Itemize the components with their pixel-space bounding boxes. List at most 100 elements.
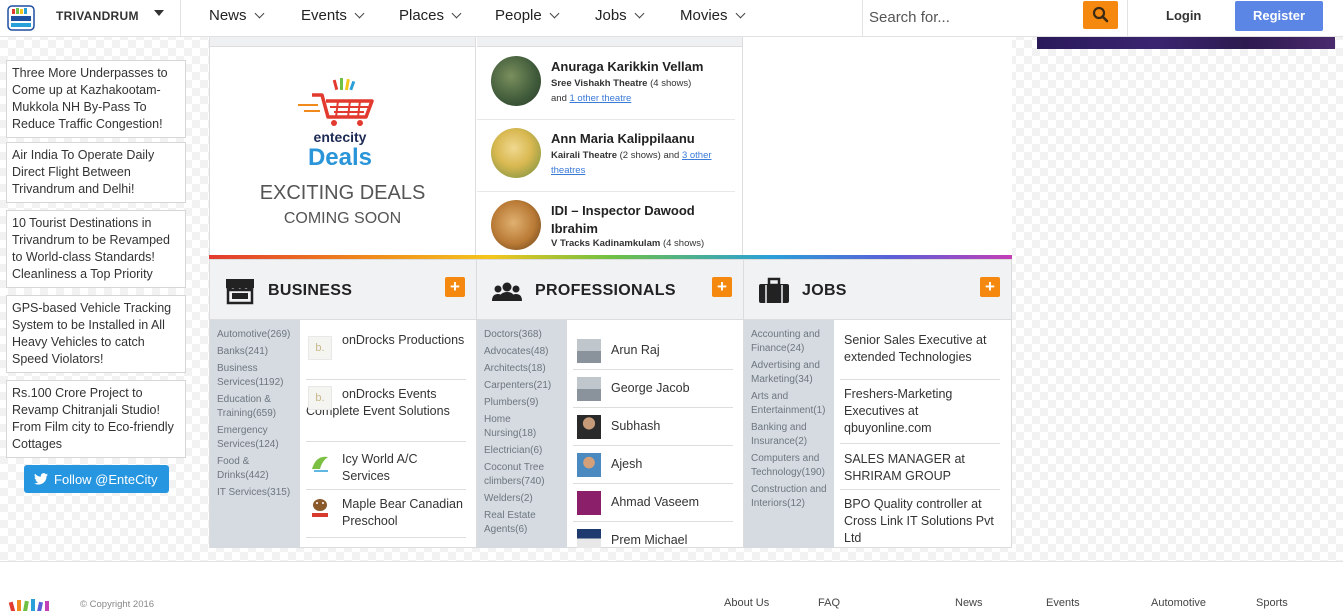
category-link[interactable]: Automotive(269) xyxy=(217,328,293,342)
movie-title[interactable]: Anuraga Karikkin Vellam xyxy=(551,58,731,76)
category-link[interactable]: Welders(2) xyxy=(484,492,560,506)
news-card[interactable]: GPS-based Vehicle Tracking System to be … xyxy=(6,295,186,373)
professional-name[interactable]: Ajesh xyxy=(611,456,642,473)
city-caret-icon[interactable] xyxy=(154,10,164,16)
business-logo: b. xyxy=(308,336,332,360)
business-name[interactable]: Maple Bear Canadian Preschool xyxy=(342,496,466,530)
professional-name[interactable]: George Jacob xyxy=(611,380,690,397)
category-link[interactable]: Carpenters(21) xyxy=(484,379,560,393)
news-card[interactable]: 10 Tourist Destinations in Trivandrum to… xyxy=(6,210,186,288)
footer-link-news[interactable]: News xyxy=(955,597,983,609)
professional-name[interactable]: Ahmad Vaseem xyxy=(611,494,699,511)
job-title[interactable]: SALES MANAGER at SHRIRAM GROUP xyxy=(844,451,1000,485)
news-headline[interactable]: Three More Underpasses to Come up at Kaz… xyxy=(12,66,168,131)
footer-logo[interactable] xyxy=(8,596,63,611)
register-button[interactable]: Register xyxy=(1235,1,1323,31)
banner-image[interactable] xyxy=(1037,37,1335,49)
professional-name[interactable]: Subhash xyxy=(611,418,660,435)
nav-people[interactable]: People xyxy=(495,7,560,24)
nav-movies[interactable]: Movies xyxy=(680,7,745,24)
category-link[interactable]: Business Services(1192) xyxy=(217,362,293,390)
list-item[interactable]: Subhash xyxy=(573,408,733,446)
category-link[interactable]: Home Nursing(18) xyxy=(484,413,560,441)
list-item[interactable]: BPO Quality controller at Cross Link IT … xyxy=(840,490,1000,548)
nav-events[interactable]: Events xyxy=(301,7,365,24)
footer-link-faq[interactable]: FAQ xyxy=(818,597,840,609)
category-link[interactable]: Construction and Interiors(12) xyxy=(751,483,827,511)
avatar xyxy=(577,377,601,401)
category-link[interactable]: Plumbers(9) xyxy=(484,396,560,410)
twitter-follow-button[interactable]: Follow @EnteCity xyxy=(24,465,169,493)
list-item[interactable]: Icy World A/C Services xyxy=(306,442,466,490)
list-item[interactable]: Ahmad Vaseem xyxy=(573,484,733,522)
movie-poster[interactable] xyxy=(491,200,541,250)
entecity-logo[interactable] xyxy=(6,4,36,32)
nav-places[interactable]: Places xyxy=(399,7,462,24)
nav-jobs[interactable]: Jobs xyxy=(595,7,645,24)
list-item[interactable]: Prem Michael xyxy=(573,522,733,548)
news-headline[interactable]: 10 Tourist Destinations in Trivandrum to… xyxy=(12,216,170,281)
category-link[interactable]: Architects(18) xyxy=(484,362,560,376)
category-link[interactable]: Food & Drinks(442) xyxy=(217,455,293,483)
other-theatres-link[interactable]: 1 other theatre xyxy=(570,93,632,104)
movie-poster[interactable] xyxy=(491,128,541,178)
category-link[interactable]: IT Services(315) xyxy=(217,486,293,500)
category-link[interactable]: Real Estate Agents(6) xyxy=(484,509,560,537)
list-item[interactable]: Freshers-Marketing Executives at qbuyonl… xyxy=(840,380,1000,444)
list-item[interactable]: Senior Sales Executive at extended Techn… xyxy=(840,332,1000,380)
category-link[interactable]: Electrician(6) xyxy=(484,444,560,458)
job-title[interactable]: Senior Sales Executive at extended Techn… xyxy=(844,332,1000,366)
add-professional-button[interactable]: + xyxy=(712,277,732,297)
list-item[interactable]: Arun Raj xyxy=(573,332,733,370)
news-card[interactable]: Three More Underpasses to Come up at Kaz… xyxy=(6,60,186,138)
category-link[interactable]: Advertising and Marketing(34) xyxy=(751,359,827,387)
category-link[interactable]: Arts and Entertainment(1) xyxy=(751,390,827,418)
movie-item[interactable]: IDI – Inspector Dawood Ibrahim V Tracks … xyxy=(477,192,735,255)
list-item[interactable]: b. onDrocks Productions xyxy=(306,332,466,380)
business-name[interactable]: Icy World A/C Services xyxy=(342,451,466,485)
news-card[interactable]: Rs.100 Crore Project to Revamp Chitranja… xyxy=(6,380,186,458)
professional-name[interactable]: Arun Raj xyxy=(611,342,660,359)
category-link[interactable]: Doctors(368) xyxy=(484,328,560,342)
news-headline[interactable]: Rs.100 Crore Project to Revamp Chitranja… xyxy=(12,386,174,451)
login-link[interactable]: Login xyxy=(1166,8,1201,23)
list-item[interactable]: Maple Bear Canadian Preschool xyxy=(306,490,466,538)
avatar xyxy=(577,529,601,548)
footer-link-sports[interactable]: Sports xyxy=(1256,597,1288,609)
movie-item[interactable]: Ann Maria Kalippilaanu Kairali Theatre (… xyxy=(477,120,735,192)
movie-title[interactable]: IDI – Inspector Dawood Ibrahim xyxy=(551,202,731,238)
professional-name[interactable]: Prem Michael xyxy=(611,532,687,548)
nav-news[interactable]: News xyxy=(209,7,264,24)
category-link[interactable]: Banking and Insurance(2) xyxy=(751,421,827,449)
news-headline[interactable]: Air India To Operate Daily Direct Flight… xyxy=(12,148,154,196)
category-link[interactable]: Education & Training(659) xyxy=(217,393,293,421)
footer-link-automotive[interactable]: Automotive xyxy=(1151,597,1206,609)
add-business-button[interactable]: + xyxy=(445,277,465,297)
deals-panel[interactable]: entecity Deals EXCITING DEALS COMING SOO… xyxy=(209,37,476,255)
category-link[interactable]: Computers and Technology(190) xyxy=(751,452,827,480)
city-selector[interactable]: TRIVANDRUM xyxy=(56,9,139,23)
job-title[interactable]: Freshers-Marketing Executives at qbuyonl… xyxy=(844,386,1000,437)
movie-item[interactable]: Anuraga Karikkin Vellam Sree Vishakh The… xyxy=(477,48,735,120)
search-input[interactable] xyxy=(869,6,1079,28)
list-item[interactable]: b. onDrocks Events Complete Event Soluti… xyxy=(306,380,466,442)
footer-link-events[interactable]: Events xyxy=(1046,597,1080,609)
category-link[interactable]: Accounting and Finance(24) xyxy=(751,328,827,356)
list-item[interactable]: Ajesh xyxy=(573,446,733,484)
business-name[interactable]: onDrocks Productions xyxy=(342,332,466,349)
news-headline[interactable]: GPS-based Vehicle Tracking System to be … xyxy=(12,301,171,366)
category-link[interactable]: Coconut Tree climbers(740) xyxy=(484,461,560,489)
category-link[interactable]: Advocates(48) xyxy=(484,345,560,359)
list-item[interactable]: George Jacob xyxy=(573,370,733,408)
add-job-button[interactable]: + xyxy=(980,277,1000,297)
deals-subtitle: COMING SOON xyxy=(283,210,402,227)
news-card[interactable]: Air India To Operate Daily Direct Flight… xyxy=(6,142,186,203)
movie-title[interactable]: Ann Maria Kalippilaanu xyxy=(551,130,731,148)
movie-poster[interactable] xyxy=(491,56,541,106)
footer-link-about[interactable]: About Us xyxy=(724,597,769,609)
job-title[interactable]: BPO Quality controller at Cross Link IT … xyxy=(844,496,1000,547)
category-link[interactable]: Banks(241) xyxy=(217,345,293,359)
search-button[interactable] xyxy=(1083,1,1118,29)
category-link[interactable]: Emergency Services(124) xyxy=(217,424,293,452)
list-item[interactable]: SALES MANAGER at SHRIRAM GROUP xyxy=(840,444,1000,490)
